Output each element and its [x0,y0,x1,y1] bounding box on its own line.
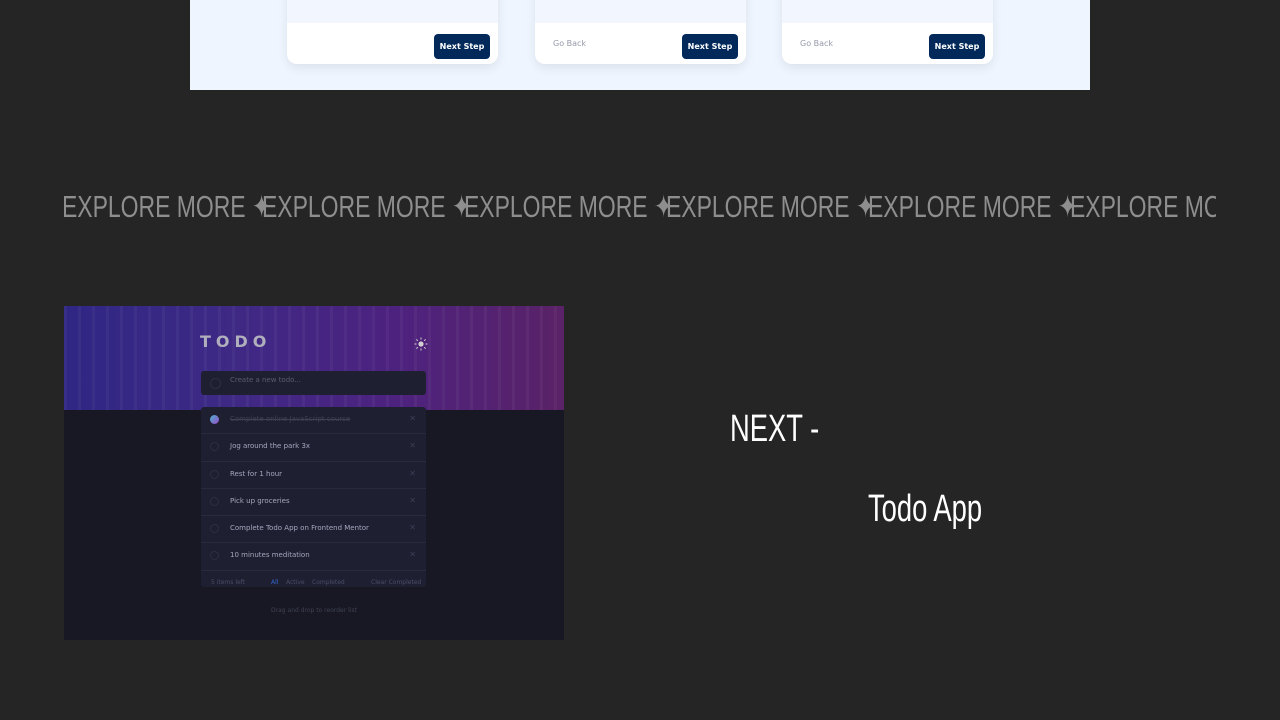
explore-more-marquee: EXPLORE MORE ✦ EXPLORE MORE ✦ EXPLORE MO… [64,180,1216,234]
next-step-button: Next Step [682,34,738,59]
todo-app-thumbnail[interactable]: TODO Create a new todo... Complete onlin… [64,306,564,640]
go-back-link: Go Back [553,39,587,48]
next-step-button: Next Step [434,34,490,59]
marquee-item: EXPLORE MORE ✦ [868,189,1078,224]
next-project-label: NEXT - [730,408,820,450]
form-preview-image: Next Step Go Back Next Step Go Back Next… [190,0,1090,90]
marquee-item: EXPLORE MORE ✦ [262,189,472,224]
marquee-item: EXPLORE MORE [1070,189,1216,224]
step-card: Go Back Next Step [535,0,746,64]
step-card: Go Back Next Step [782,0,993,64]
marquee-item: EXPLORE MORE ✦ [666,189,876,224]
marquee-item: EXPLORE MORE ✦ [64,189,272,224]
next-step-button: Next Step [929,34,985,59]
go-back-link: Go Back [800,39,834,48]
marquee-item: EXPLORE MORE ✦ [464,189,674,224]
step-card: Next Step [287,0,498,64]
next-project-link[interactable]: Todo App [868,488,982,531]
